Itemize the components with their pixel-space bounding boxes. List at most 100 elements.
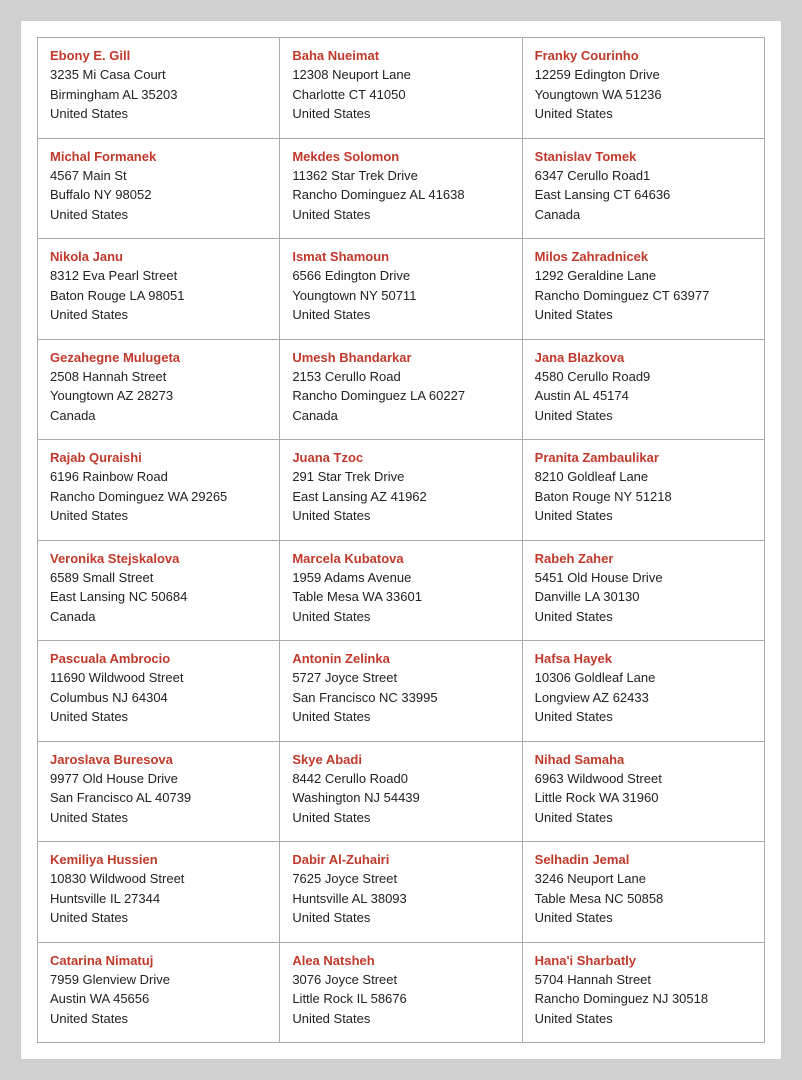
address-line: 6196 Rainbow Road [50,467,267,487]
address-line: Youngtown WA 51236 [535,85,752,105]
person-name: Stanislav Tomek [535,149,752,164]
address-cell: Pascuala Ambrocio11690 Wildwood StreetCo… [38,641,280,742]
address-line: Canada [50,607,267,627]
person-name: Kemiliya Hussien [50,852,267,867]
person-name: Pranita Zambaulikar [535,450,752,465]
address-line: 8442 Cerullo Road0 [292,769,509,789]
address-line: Huntsville AL 38093 [292,889,509,909]
address-cell: Hana'i Sharbatly 5704 Hannah StreetRancho… [523,943,765,1044]
address-line: Charlotte CT 41050 [292,85,509,105]
address-cell: Gezahegne Mulugeta2508 Hannah StreetYoun… [38,340,280,441]
person-name: Hafsa Hayek [535,651,752,666]
address-line: 5704 Hannah Street [535,970,752,990]
address-line: Buffalo NY 98052 [50,185,267,205]
address-line: Youngtown AZ 28273 [50,386,267,406]
address-cell: Veronika Stejskalova6589 Small StreetEas… [38,541,280,642]
person-name: Baha Nueimat [292,48,509,63]
address-line: 9977 Old House Drive [50,769,267,789]
address-line: United States [292,707,509,727]
address-line: Austin AL 45174 [535,386,752,406]
address-line: Canada [535,205,752,225]
address-cell: Ismat Shamoun 6566 Edington DriveYoungtow… [280,239,522,340]
person-name: Mekdes Solomon [292,149,509,164]
address-line: 4580 Cerullo Road9 [535,367,752,387]
person-name: Hana'i Sharbatly [535,953,752,968]
address-line: Rancho Dominguez CT 63977 [535,286,752,306]
address-cell: Ebony E. Gill3235 Mi Casa CourtBirmingha… [38,38,280,139]
person-name: Antonin Zelinka [292,651,509,666]
address-line: Canada [292,406,509,426]
address-line: 5451 Old House Drive [535,568,752,588]
address-line: 291 Star Trek Drive [292,467,509,487]
address-cell: Hafsa Hayek10306 Goldleaf LaneLongview A… [523,641,765,742]
address-line: United States [292,506,509,526]
address-line: Baton Rouge LA 98051 [50,286,267,306]
address-line: 3076 Joyce Street [292,970,509,990]
address-line: 11690 Wildwood Street [50,668,267,688]
address-line: United States [535,506,752,526]
address-line: Huntsville IL 27344 [50,889,267,909]
address-line: United States [535,607,752,627]
address-line: 6566 Edington Drive [292,266,509,286]
address-cell: Jana Blazkova4580 Cerullo Road9Austin AL… [523,340,765,441]
person-name: Michal Formanek [50,149,267,164]
address-cell: Alea Natsheh3076 Joyce StreetLittle Rock… [280,943,522,1044]
address-line: United States [50,104,267,124]
person-name: Rabeh Zaher [535,551,752,566]
address-cell: Antonin Zelinka5727 Joyce StreetSan Fran… [280,641,522,742]
address-line: Austin WA 45656 [50,989,267,1009]
address-cell: Kemiliya Hussien 10830 Wildwood StreetHun… [38,842,280,943]
address-line: Youngtown NY 50711 [292,286,509,306]
address-line: Rancho Dominguez NJ 30518 [535,989,752,1009]
address-cell: Rabeh Zaher5451 Old House DriveDanville … [523,541,765,642]
address-line: United States [50,205,267,225]
address-line: United States [50,808,267,828]
address-cell: Skye Abadi8442 Cerullo Road0Washington N… [280,742,522,843]
address-line: 6347 Cerullo Road1 [535,166,752,186]
address-line: San Francisco NC 33995 [292,688,509,708]
address-line: East Lansing NC 50684 [50,587,267,607]
address-line: United States [50,908,267,928]
address-line: Table Mesa WA 33601 [292,587,509,607]
address-line: United States [535,808,752,828]
address-line: 7959 Glenview Drive [50,970,267,990]
address-cell: Nikola Janu8312 Eva Pearl StreetBaton Ro… [38,239,280,340]
address-line: United States [50,1009,267,1029]
address-line: Little Rock WA 31960 [535,788,752,808]
address-cell: Milos Zahradnicek1292 Geraldine LaneRanc… [523,239,765,340]
address-cell: Umesh Bhandarkar2153 Cerullo RoadRancho … [280,340,522,441]
address-line: United States [292,808,509,828]
address-cell: Juana Tzoc291 Star Trek DriveEast Lansin… [280,440,522,541]
address-cell: Franky Courinho12259 Edington DriveYoung… [523,38,765,139]
person-name: Jaroslava Buresova [50,752,267,767]
address-line: 10830 Wildwood Street [50,869,267,889]
address-line: 1292 Geraldine Lane [535,266,752,286]
person-name: Nihad Samaha [535,752,752,767]
address-line: 10306 Goldleaf Lane [535,668,752,688]
address-line: United States [50,305,267,325]
address-line: Rancho Dominguez LA 60227 [292,386,509,406]
address-line: Little Rock IL 58676 [292,989,509,1009]
address-line: Canada [50,406,267,426]
person-name: Juana Tzoc [292,450,509,465]
address-line: United States [292,104,509,124]
address-line: United States [535,305,752,325]
person-name: Skye Abadi [292,752,509,767]
address-line: United States [292,205,509,225]
address-line: United States [535,908,752,928]
address-line: United States [50,506,267,526]
person-name: Ismat Shamoun [292,249,509,264]
person-name: Rajab Quraishi [50,450,267,465]
person-name: Nikola Janu [50,249,267,264]
address-cell: Marcela Kubatova1959 Adams AvenueTable M… [280,541,522,642]
address-cell: Rajab Quraishi6196 Rainbow RoadRancho Do… [38,440,280,541]
person-name: Selhadin Jemal [535,852,752,867]
address-cell: Jaroslava Buresova9977 Old House DriveSa… [38,742,280,843]
person-name: Ebony E. Gill [50,48,267,63]
address-cell: Catarina Nimatuj7959 Glenview DriveAusti… [38,943,280,1044]
address-line: United States [292,305,509,325]
address-line: 11362 Star Trek Drive [292,166,509,186]
address-line: Birmingham AL 35203 [50,85,267,105]
address-line: 8210 Goldleaf Lane [535,467,752,487]
person-name: Veronika Stejskalova [50,551,267,566]
